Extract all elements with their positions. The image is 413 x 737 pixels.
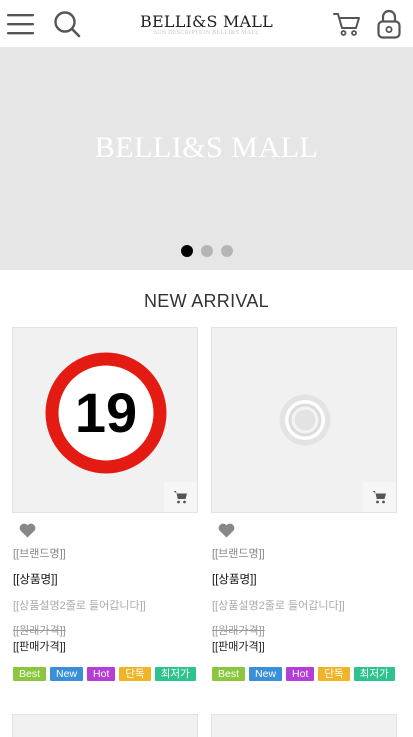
product-image[interactable]: 19 xyxy=(12,327,198,513)
main-banner[interactable]: BELLI&S MALL xyxy=(0,47,413,270)
menu-icon[interactable] xyxy=(4,0,36,47)
product-brand: [[브랜드명]] xyxy=(212,548,265,560)
age-number: 19 xyxy=(75,381,137,444)
badge-lowest-price: 최저가 xyxy=(154,667,196,681)
image-placeholder-icon xyxy=(279,394,331,446)
slider-dots xyxy=(0,245,413,257)
badge-best: Best xyxy=(212,667,246,681)
add-to-cart-button[interactable] xyxy=(164,482,197,512)
lock-icon[interactable] xyxy=(374,0,404,47)
product-original-price: [[원래가격]] xyxy=(212,625,265,637)
product-description: [[상품설명2줄로 들어갑니다]] xyxy=(13,600,146,612)
wishlist-heart-icon[interactable] xyxy=(218,523,235,542)
badge-exclusive: 단독 xyxy=(318,667,350,681)
header: BELLI&S MALL SUB DESCRIPTION BELLI&S MAL… xyxy=(0,0,413,47)
logo-text[interactable]: BELLI&S MALL xyxy=(140,12,273,31)
product-sale-price: [[판매가격]] xyxy=(13,641,66,653)
badge-best: Best xyxy=(13,667,47,681)
product-name[interactable]: [[상품명]] xyxy=(212,571,257,587)
search-icon[interactable] xyxy=(50,0,84,47)
age-restriction-icon: 19 xyxy=(45,352,167,474)
product-sale-price: [[판매가격]] xyxy=(212,641,265,653)
cart-icon[interactable] xyxy=(332,0,362,47)
product-badges: Best New Hot 단독 최저가 xyxy=(13,667,199,681)
product-card: [[브랜드명]] [[상품명]] [[상품설명2줄로 들어갑니다]] [[원래가… xyxy=(211,327,397,681)
product-image[interactable] xyxy=(211,327,397,513)
product-original-price: [[원래가격]] xyxy=(13,625,66,637)
product-image[interactable] xyxy=(211,714,397,737)
badge-hot: Hot xyxy=(286,667,315,681)
add-to-cart-button[interactable] xyxy=(363,482,396,512)
product-brand: [[브랜드명]] xyxy=(13,548,66,560)
cart-icon xyxy=(372,491,386,504)
badge-new: New xyxy=(50,667,84,681)
product-image[interactable] xyxy=(12,714,198,737)
badge-exclusive: 단독 xyxy=(119,667,151,681)
slider-dot-3[interactable] xyxy=(220,245,233,257)
wishlist-heart-icon[interactable] xyxy=(19,523,36,542)
banner-title: BELLI&S MALL xyxy=(94,131,319,164)
section-title: NEW ARRIVAL xyxy=(144,291,269,311)
product-badges: Best New Hot 단독 최저가 xyxy=(212,667,398,681)
badge-lowest-price: 최저가 xyxy=(353,667,395,681)
product-name[interactable]: [[상품명]] xyxy=(13,571,58,587)
badge-hot: Hot xyxy=(87,667,116,681)
slider-dot-2[interactable] xyxy=(200,245,213,257)
product-card: 19 [[브랜드명]] [[상품명]] [[상품설명2줄로 들어갑니다]] [[… xyxy=(12,327,198,681)
slider-dot-1[interactable] xyxy=(180,245,193,257)
cart-icon xyxy=(173,491,187,504)
badge-new: New xyxy=(249,667,283,681)
product-description: [[상품설명2줄로 들어갑니다]] xyxy=(212,600,345,612)
